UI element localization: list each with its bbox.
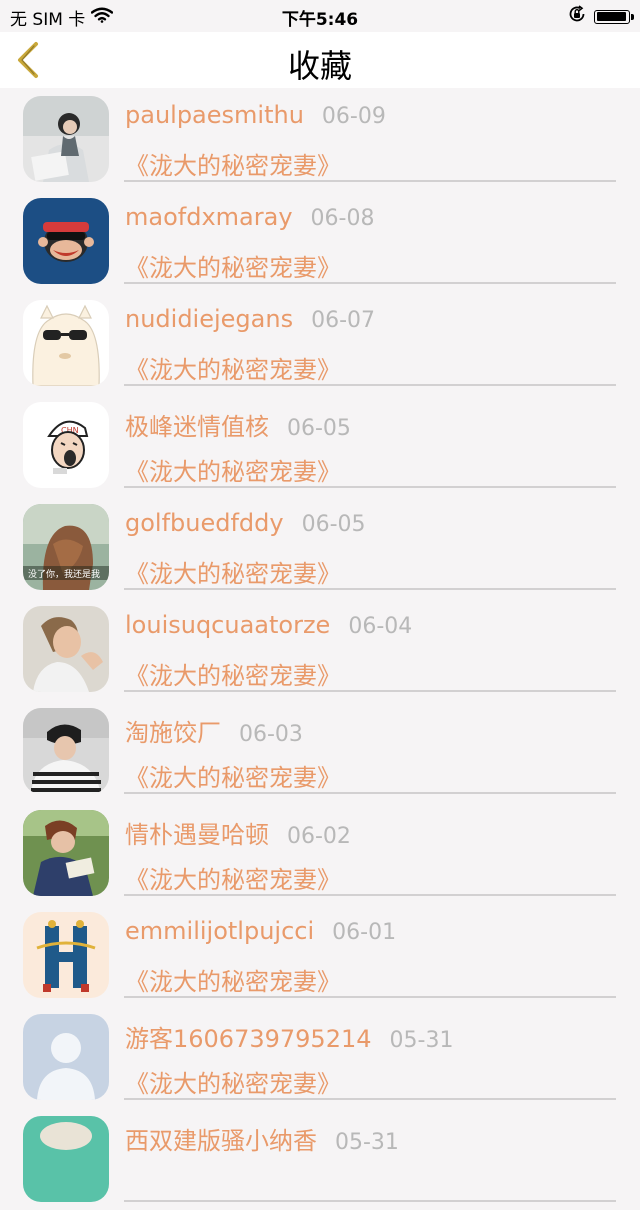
list-item[interactable]: maofdxmaray 06-08 《泷大的秘密宠妻》 [0, 190, 640, 292]
divider [124, 1098, 616, 1100]
list-item-header: paulpaesmithu 06-09 [125, 101, 386, 129]
username: 淘施饺厂 [125, 719, 221, 747]
date-label: 06-03 [239, 722, 303, 747]
avatar[interactable]: 没了你，我还是我 [23, 504, 109, 590]
book-title[interactable]: 《泷大的秘密宠妻》 [125, 860, 341, 895]
status-right [568, 5, 634, 28]
divider [124, 282, 616, 284]
divider [124, 180, 616, 182]
username: nudidiejegans [125, 305, 294, 333]
list-item[interactable]: louisuqcuaatorze 06-04 《泷大的秘密宠妻》 [0, 598, 640, 700]
book-title[interactable]: 《泷大的秘密宠妻》 [125, 1064, 341, 1099]
list-item-header: golfbuedfddy 06-05 [125, 509, 366, 537]
username: 极峰迷情值核 [125, 413, 269, 441]
date-label: 05-31 [335, 1130, 399, 1155]
divider [124, 996, 616, 998]
book-title[interactable]: 《泷大的秘密宠妻》 [125, 962, 341, 997]
list-item-header: 游客1606739795214 05-31 [125, 1019, 453, 1054]
username: paulpaesmithu [125, 101, 304, 129]
username: emmilijotlpujcci [125, 917, 315, 945]
date-label: 06-04 [348, 614, 413, 639]
divider [124, 1200, 616, 1202]
username: golfbuedfddy [125, 509, 284, 537]
list-item-header: nudidiejegans 06-07 [125, 305, 375, 333]
status-time: 下午5:46 [281, 10, 359, 30]
list-item[interactable]: 情朴遇曼哈顿 06-02 《泷大的秘密宠妻》 [0, 802, 640, 904]
list-item-header: 淘施饺厂 06-03 [125, 713, 303, 748]
page-title: 收藏 [287, 47, 352, 85]
list-item-header: emmilijotlpujcci 06-01 [125, 917, 396, 945]
list-item-header: louisuqcuaatorze 06-04 [125, 611, 412, 639]
date-label: 06-02 [287, 824, 351, 849]
username: 情朴遇曼哈顿 [125, 821, 269, 849]
date-label: 06-01 [332, 920, 397, 945]
rotation-lock-icon [568, 5, 586, 28]
book-title[interactable]: 《泷大的秘密宠妻》 [125, 248, 341, 283]
date-label: 05-31 [389, 1028, 454, 1053]
book-title[interactable]: 《泷大的秘密宠妻》 [125, 758, 341, 793]
book-title[interactable]: 《泷大的秘密宠妻》 [125, 350, 341, 385]
list-item[interactable]: CHN 极峰迷情值核 06-05 《泷大的秘密宠妻》 [0, 394, 640, 496]
status-bar: 无 SIM 卡 下午5:46 [0, 0, 640, 32]
list-item-header: maofdxmaray 06-08 [125, 203, 374, 231]
book-title[interactable]: 《泷大的秘密宠妻》 [125, 452, 341, 487]
list-item[interactable]: 没了你，我还是我 golfbuedfddy 06-05 《泷大的秘密宠妻》 [0, 496, 640, 598]
divider [124, 588, 616, 590]
list-item[interactable]: 游客1606739795214 05-31 《泷大的秘密宠妻》 [0, 1006, 640, 1108]
divider [124, 690, 616, 692]
avatar[interactable] [23, 606, 109, 692]
avatar[interactable] [23, 810, 109, 896]
date-label: 06-08 [310, 206, 375, 231]
book-title[interactable]: 《泷大的秘密宠妻》 [125, 656, 341, 691]
list-item-header: 极峰迷情值核 06-05 [125, 407, 351, 442]
nav-bar: 收藏 [0, 32, 640, 88]
username: 游客1606739795214 [125, 1025, 372, 1053]
list-item[interactable]: 淘施饺厂 06-03 《泷大的秘密宠妻》 [0, 700, 640, 802]
list-item-header: 情朴遇曼哈顿 06-02 [125, 815, 351, 850]
username: louisuqcuaatorze [125, 611, 331, 639]
book-title[interactable]: 《泷大的秘密宠妻》 [125, 146, 341, 181]
list-item[interactable]: paulpaesmithu 06-09 《泷大的秘密宠妻》 [0, 88, 640, 190]
list-item[interactable]: nudidiejegans 06-07 《泷大的秘密宠妻》 [0, 292, 640, 394]
date-label: 06-07 [311, 308, 376, 333]
favorites-list: paulpaesmithu 06-09 《泷大的秘密宠妻》 maofdxmaray 06… [0, 88, 640, 1210]
date-label: 06-05 [287, 416, 351, 441]
list-item[interactable]: 西双建版骚小纳香 05-31 [0, 1108, 640, 1210]
date-label: 06-09 [321, 104, 386, 129]
avatar[interactable] [23, 708, 109, 794]
avatar[interactable]: CHN [23, 402, 109, 488]
avatar[interactable] [23, 1014, 109, 1100]
divider [124, 792, 616, 794]
date-label: 06-05 [301, 512, 366, 537]
list-item[interactable]: emmilijotlpujcci 06-01 《泷大的秘密宠妻》 [0, 904, 640, 1006]
book-title[interactable]: 《泷大的秘密宠妻》 [125, 554, 341, 589]
battery-icon [594, 9, 634, 24]
svg-text:没了你，我还是我: 没了你，我还是我 [28, 568, 100, 580]
username: maofdxmaray [125, 203, 293, 231]
avatar[interactable] [23, 96, 109, 182]
divider [124, 384, 616, 386]
avatar[interactable] [23, 912, 109, 998]
divider [124, 486, 616, 488]
battery-level [596, 12, 626, 21]
username: 西双建版骚小纳香 [125, 1127, 317, 1155]
divider [124, 894, 616, 896]
avatar[interactable] [23, 198, 109, 284]
list-item-header: 西双建版骚小纳香 05-31 [125, 1121, 399, 1156]
avatar[interactable] [23, 300, 109, 386]
avatar[interactable] [23, 1116, 109, 1202]
